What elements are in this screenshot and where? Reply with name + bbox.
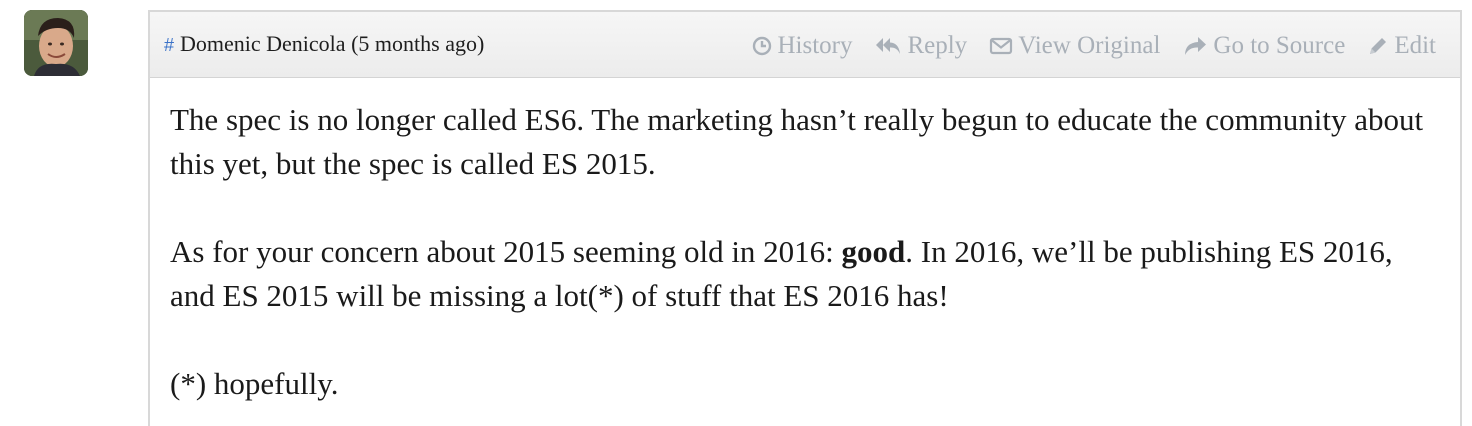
edit-label: Edit [1394,32,1436,59]
view-original-label: View Original [1018,32,1161,59]
edit-button[interactable]: Edit [1367,32,1436,60]
comment-paragraph-3: (*) hopefully. [170,366,339,401]
paragraph-2-start: As for your concern about 2015 seeming o… [170,234,842,269]
share-arrow-icon [1185,37,1207,55]
comment-time: (5 months ago) [351,31,485,56]
emphasis-good: good [841,234,906,269]
reply-all-icon [876,38,901,54]
comment-paragraph-2: As for your concern about 2015 seeming o… [170,230,1440,318]
author-name[interactable]: Domenic Denicola [180,31,346,56]
reply-button[interactable]: Reply [874,32,967,60]
comment-card: # Domenic Denicola (5 months ago) History… [148,10,1462,426]
pencil-icon [1370,38,1387,54]
permalink-hash-link[interactable]: # [164,35,174,55]
comment-actions: History Reply View Original Go to Source… [752,32,1436,60]
avatar[interactable] [24,10,88,76]
clock-icon [753,36,772,56]
go-to-source-label: Go to Source [1213,32,1346,59]
avatar-icon [24,10,88,76]
view-original-button[interactable]: View Original [989,32,1160,60]
history-label: History [777,32,853,59]
envelope-icon [990,37,1013,55]
comment-body: The spec is no longer called ES6. The ma… [150,78,1460,406]
comment-paragraph-1: The spec is no longer called ES6. The ma… [170,102,1424,181]
history-button[interactable]: History [752,32,852,60]
page: # Domenic Denicola (5 months ago) History… [0,0,1472,426]
go-to-source-button[interactable]: Go to Source [1182,32,1345,60]
comment-header: # Domenic Denicola (5 months ago) History… [150,12,1460,78]
author-line: # Domenic Denicola (5 months ago) [164,31,484,57]
reply-label: Reply [907,32,968,59]
